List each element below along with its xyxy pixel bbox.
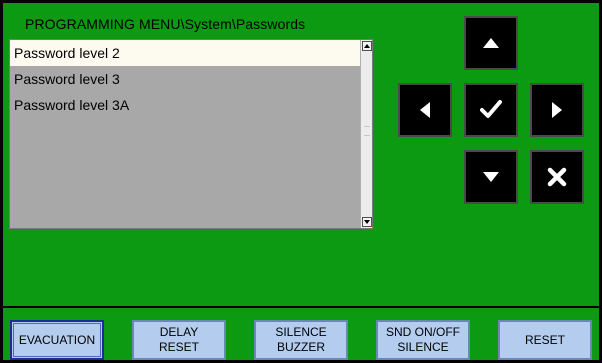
arrow-left-icon xyxy=(420,102,430,118)
cancel-button[interactable] xyxy=(530,150,584,204)
scroll-down-icon xyxy=(364,220,370,224)
cross-icon xyxy=(547,167,567,187)
arrow-down-icon xyxy=(483,172,499,182)
delay-reset-button[interactable]: DELAY RESET xyxy=(132,320,226,360)
confirm-button[interactable] xyxy=(464,83,518,137)
reset-label: RESET xyxy=(524,332,565,347)
scroll-up-icon xyxy=(364,44,370,48)
checkmark-icon xyxy=(480,100,502,118)
sound-on-off-silence-button[interactable]: SND ON/OFF SILENCE xyxy=(376,320,470,360)
list-item-password-level-3a[interactable]: Password level 3A xyxy=(10,92,360,118)
up-button[interactable] xyxy=(464,16,518,70)
right-button[interactable] xyxy=(530,83,584,137)
list-scrollbar[interactable] xyxy=(360,40,372,228)
evacuation-label: EVACUATION xyxy=(18,332,96,347)
silence-buzzer-button[interactable]: SILENCE BUZZER xyxy=(254,320,348,360)
panel-screen: PROGRAMMING MENU\System\Passwords Passwo… xyxy=(0,0,602,363)
evacuation-button[interactable]: EVACUATION xyxy=(10,320,104,360)
arrow-right-icon xyxy=(552,102,562,118)
scroll-up-button[interactable] xyxy=(362,41,372,51)
scroll-grip[interactable] xyxy=(364,126,370,136)
page-title: PROGRAMMING MENU\System\Passwords xyxy=(25,16,306,32)
delay-reset-label: DELAY RESET xyxy=(158,325,199,354)
list-item-password-level-3[interactable]: Password level 3 xyxy=(10,66,360,92)
main-area: PROGRAMMING MENU\System\Passwords Passwo… xyxy=(3,3,599,306)
scroll-down-button[interactable] xyxy=(362,217,372,227)
arrow-up-icon xyxy=(483,38,499,48)
sound-on-off-silence-label: SND ON/OFF SILENCE xyxy=(386,325,460,354)
reset-button[interactable]: RESET xyxy=(498,320,592,360)
function-key-bar: EVACUATION DELAY RESET SILENCE BUZZER SN… xyxy=(3,308,599,360)
list-item-password-level-2[interactable]: Password level 2 xyxy=(10,40,360,66)
password-list[interactable]: Password level 2 Password level 3 Passwo… xyxy=(9,39,373,229)
left-button[interactable] xyxy=(398,83,452,137)
down-button[interactable] xyxy=(464,150,518,204)
silence-buzzer-label: SILENCE BUZZER xyxy=(275,325,327,354)
